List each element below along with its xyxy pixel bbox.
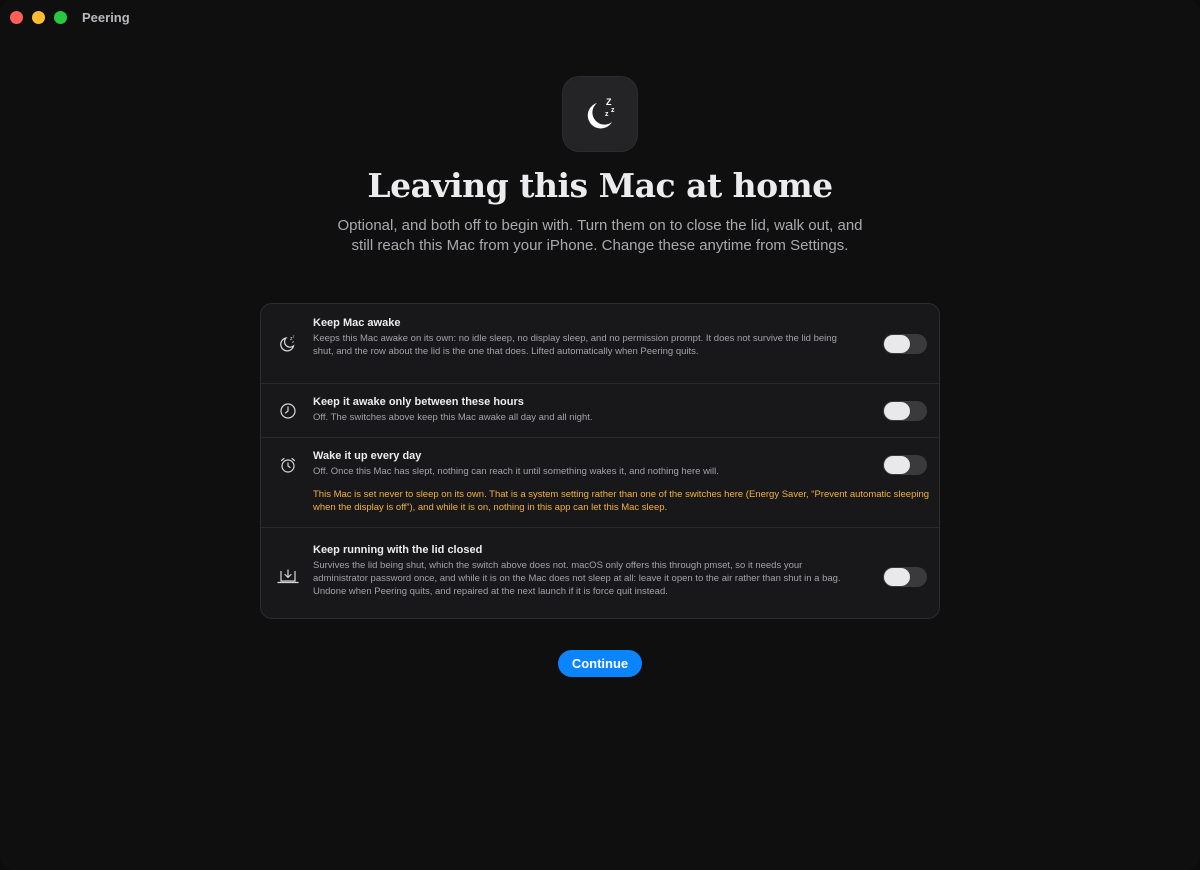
toggle-knob bbox=[884, 568, 910, 586]
toggle-knob bbox=[884, 402, 910, 420]
svg-text:Z: Z bbox=[606, 97, 612, 107]
svg-text:z: z bbox=[292, 339, 294, 344]
clock-icon bbox=[277, 400, 299, 422]
zoom-window-button[interactable] bbox=[54, 10, 67, 24]
setting-row-hours: Keep it awake only between these hours O… bbox=[261, 384, 939, 437]
setting-title: Wake it up every day bbox=[313, 450, 422, 462]
window-title: Peering bbox=[82, 9, 130, 25]
setting-row-lid-closed: Keep running with the lid closed Survive… bbox=[261, 528, 939, 618]
setting-row-keep-awake: z z z Keep Mac awake Keeps this Mac awak… bbox=[261, 304, 939, 383]
svg-text:z: z bbox=[605, 111, 609, 118]
sleep-moon-icon: Z z z bbox=[562, 76, 638, 152]
app-window: Peering Z z z Leaving this Mac at home O… bbox=[0, 0, 1200, 870]
setting-title: Keep it awake only between these hours bbox=[313, 396, 524, 408]
window-controls bbox=[10, 10, 67, 24]
page-title: Leaving this Mac at home bbox=[367, 166, 833, 205]
svg-text:z: z bbox=[611, 107, 615, 114]
setting-description: Survives the lid being shut, which the s… bbox=[313, 560, 841, 597]
settings-card: z z z Keep Mac awake Keeps this Mac awak… bbox=[260, 303, 940, 619]
svg-text:z: z bbox=[293, 334, 295, 339]
setting-description: Off. Once this Mac has slept, nothing ca… bbox=[313, 466, 719, 477]
awake-hours-toggle[interactable] bbox=[883, 401, 927, 421]
setting-description: Off. The switches above keep this Mac aw… bbox=[313, 412, 593, 423]
title-bar: Peering bbox=[0, 0, 1200, 34]
keep-awake-toggle[interactable] bbox=[883, 334, 927, 354]
setting-description: Keeps this Mac awake on its own: no idle… bbox=[313, 333, 837, 357]
alarm-clock-icon bbox=[277, 454, 299, 476]
toggle-knob bbox=[884, 335, 910, 353]
minimize-window-button[interactable] bbox=[32, 10, 45, 24]
close-window-button[interactable] bbox=[10, 10, 23, 24]
continue-button[interactable]: Continue bbox=[558, 650, 642, 677]
toggle-knob bbox=[884, 456, 910, 474]
wake-daily-toggle[interactable] bbox=[883, 455, 927, 475]
moon-zzz-icon: z z z bbox=[277, 332, 299, 354]
setting-row-wake: Wake it up every day Off. Once this Mac … bbox=[261, 438, 939, 527]
laptop-lid-icon bbox=[277, 565, 299, 587]
lid-closed-toggle[interactable] bbox=[883, 567, 927, 587]
setting-title: Keep running with the lid closed bbox=[313, 544, 483, 556]
page-subtitle: Optional, and both off to begin with. Tu… bbox=[337, 217, 863, 254]
setting-title: Keep Mac awake bbox=[313, 317, 401, 329]
sleep-warning-text: This Mac is set never to sleep on its ow… bbox=[313, 489, 930, 513]
